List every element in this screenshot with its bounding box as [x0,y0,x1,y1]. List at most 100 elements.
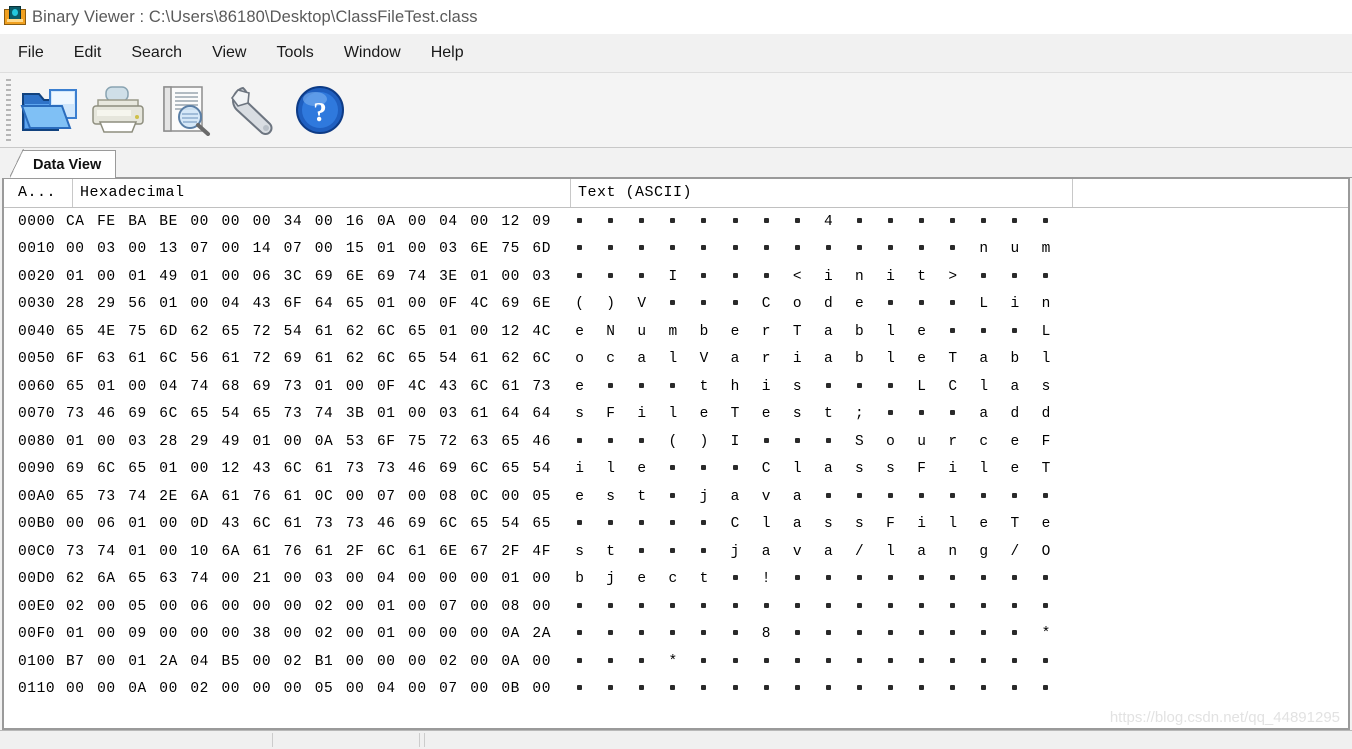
hex-row-address: 0000 [18,213,56,230]
hex-row[interactable]: 0040 65 4E 75 6D 62 65 72 54 61 62 6C 65 01 00 12 4C e Nu m… [4,318,1348,346]
hex-row[interactable]: 00D0 62 6A 65 63 74 00 21 00 03 00 04 00 00 00 01 00 b j e c… [4,566,1348,594]
hex-row-ascii: * [564,654,1062,670]
hex-row-ascii: ClassFileTe [564,516,1062,532]
tab-label: Data View [33,156,102,173]
hex-row-ascii: ileClassFileT [575,461,1051,478]
hex-row[interactable]: 0100 B7 00 01 2A 04 B5 00 02 B1 00 00 00 02 00 0A 00 * [4,648,1348,676]
column-divider-text[interactable] [1072,179,1073,207]
menu-item-tools[interactable]: Tools [276,41,329,65]
svg-text:?: ? [313,97,327,127]
column-divider-hex[interactable] [570,179,571,207]
hex-row[interactable]: 0060 65 01 00 04 74 68 69 73 01 00 0F 4C 43 6C 61 73 e t h i… [4,373,1348,401]
binary-viewer-icon [4,6,26,28]
menu-item-window[interactable]: Window [344,41,417,65]
hex-row[interactable]: 0010 00 03 00 13 07 00 14 07 00 15 01 00 03 6E 75 6D n u m [4,236,1348,264]
hex-row-ascii: s t j a v a / l a n g / O [575,543,1051,560]
hex-row-ascii: 8 * [564,626,1062,642]
hex-row-ascii: ethisLClas [575,378,1051,395]
hex-rows: 0000 CA FE BA BE 00 00 00 34 00 16 0A 00 04 00 12 09 4 001… [4,208,1348,703]
tab-strip: Data View [0,148,1352,179]
hex-row-address: 00D0 [18,571,56,588]
hex-row[interactable]: 0000 CA FE BA BE 00 00 00 34 00 16 0A 00 04 00 12 09 4 [4,208,1348,236]
hex-row[interactable]: 0030 28 29 56 01 00 04 43 6F 64 65 01 00 0F 4C 69 6E () V C… [4,291,1348,319]
hex-row-address: 0110 [18,681,56,698]
column-divider-address[interactable] [72,179,73,207]
toolbar: ? [0,73,1352,148]
menu-item-edit[interactable]: Edit [74,41,118,65]
hex-row-ascii: eNumberTableL [575,323,1051,340]
status-divider-2 [419,733,420,747]
hex-row-ascii [564,599,1062,615]
hex-row-address: 0030 [18,296,56,313]
hex-row-bytes: 00 00 0A 00 02 00 00 00 05 00 04 00 07 00 0B 00 [66,681,552,698]
hex-row[interactable]: 0050 6F 63 61 6C 56 61 72 69 61 62 6C 65 54 61 62 6C o c a l… [4,346,1348,374]
toolbar-drag-handle[interactable] [6,79,11,141]
hex-row-bytes: 62 6A 65 63 74 00 21 00 03 00 04 00 00 00 01 00 [66,571,552,588]
hex-row[interactable]: 0020 01 00 01 49 01 00 06 3C 69 6E 69 74 3E 01 00 03 I < i n… [4,263,1348,291]
tools-button[interactable] [221,79,289,141]
hex-row-bytes: 28 29 56 01 00 04 43 6F 64 65 01 00 0F 4C 69 6E [66,296,552,313]
hex-row-bytes: 02 00 05 00 06 00 00 00 02 00 01 00 07 00 08 00 [66,598,552,615]
hex-row-bytes: 65 4E 75 6D 62 65 72 54 61 62 6C 65 01 00 12 4C [66,323,552,340]
hex-row-address: 0080 [18,433,56,450]
hex-row-bytes: 69 6C 65 01 00 12 43 6C 61 73 73 46 69 6C 65 54 [66,461,552,478]
tab-data-view[interactable]: Data View [9,149,117,179]
status-divider-1 [272,733,273,747]
menu-item-file[interactable]: File [18,41,60,65]
menu-item-search[interactable]: Search [131,41,198,65]
menu-item-help[interactable]: Help [431,41,480,65]
hex-row-address: 00F0 [18,626,56,643]
hex-row-ascii: s Fi l e Te s t; a d d [575,406,1051,423]
hex-row-bytes: 00 03 00 13 07 00 14 07 00 15 01 00 03 6E 75 6D [66,241,552,258]
help-button[interactable]: ? [289,79,357,141]
hex-row-address: 0020 [18,268,56,285]
hex-row[interactable]: 0110 00 00 0A 00 02 00 00 00 05 00 04 00 07 00 0B 00 [4,676,1348,704]
hex-row-bytes: 00 06 01 00 0D 43 6C 61 73 73 46 69 6C 65 54 65 [66,516,552,533]
hex-row[interactable]: 0070 73 46 69 6C 65 54 65 73 74 3B 01 00 03 61 64 64 s Fi l… [4,401,1348,429]
column-header-address[interactable]: A... [18,184,56,201]
hex-row[interactable]: 00E0 02 00 05 00 06 00 00 00 02 00 01 00 07 00 08 00 [4,593,1348,621]
print-preview-icon [156,84,218,136]
open-file-button[interactable] [17,79,85,141]
binary-viewer-window: Binary Viewer : C:\Users\86180\Desktop\C… [0,0,1352,749]
column-header-text[interactable]: Text (ASCII) [578,184,692,201]
hex-row-ascii: I < i n i t > [564,269,1062,285]
menu-bar: File Edit Search View Tools Window Help [0,34,1352,73]
hex-row-ascii: () V Co d e Li n [575,296,1051,313]
hex-row-bytes: 01 00 03 28 29 49 01 00 0A 53 6F 75 72 63 65 46 [66,433,552,450]
column-header-row: A... Hexadecimal Text (ASCII) [4,179,1348,208]
hex-row[interactable]: 0080 01 00 03 28 29 49 01 00 0A 53 6F 75 72 63 65 46 () I S… [4,428,1348,456]
hex-row[interactable]: 00F0 01 00 09 00 00 00 38 00 02 00 01 00 00 00 0A 2A 8 * [4,621,1348,649]
print-button[interactable] [85,79,153,141]
print-icon [88,84,150,136]
hex-row-ascii: ocalVariableTabl [575,351,1051,368]
hex-row-bytes: 73 46 69 6C 65 54 65 73 74 3B 01 00 03 61 64 64 [66,406,552,423]
hex-row-address: 00E0 [18,598,56,615]
hex-row-bytes: 65 01 00 04 74 68 69 73 01 00 0F 4C 43 6C 61 73 [66,378,552,395]
open-file-icon [20,84,82,136]
hex-row-ascii: b j e c t! [564,571,1062,587]
hex-row-bytes: 65 73 74 2E 6A 61 76 61 0C 00 07 00 08 0C 00 05 [66,488,552,505]
hex-row-bytes: B7 00 01 2A 04 B5 00 02 B1 00 00 00 02 00 0A 00 [66,653,552,670]
title-bar: Binary Viewer : C:\Users\86180\Desktop\C… [0,0,1352,34]
status-bar [0,730,1352,749]
menu-item-view[interactable]: View [212,41,262,65]
hex-row[interactable]: 00A0 65 73 74 2E 6A 61 76 61 0C 00 07 00 08 0C 00 05 e s t j… [4,483,1348,511]
hex-row-address: 0070 [18,406,56,423]
window-title: Binary Viewer : C:\Users\86180\Desktop\C… [32,7,478,26]
column-header-hexadecimal[interactable]: Hexadecimal [80,184,185,201]
hex-row-ascii: estjava [564,489,1062,505]
hex-row[interactable]: 0090 69 6C 65 01 00 12 43 6C 61 73 73 46 69 6C 65 54 i l e C… [4,456,1348,484]
hex-row-address: 0060 [18,378,56,395]
print-preview-button[interactable] [153,79,221,141]
hex-row-bytes: CA FE BA BE 00 00 00 34 00 16 0A 00 04 00 12 09 [66,213,552,230]
status-divider-3 [424,733,425,747]
watermark: https://blog.csdn.net/qq_44891295 [1109,709,1340,726]
hex-row[interactable]: 00B0 00 06 01 00 0D 43 6C 61 73 73 46 69 6C 65 54 65 Cl a s… [4,511,1348,539]
data-view-panel: A... Hexadecimal Text (ASCII) 0000 CA FE BA… [2,178,1350,730]
hex-row[interactable]: 00C0 73 74 01 00 10 6A 61 76 61 2F 6C 61 6E 67 2F 4F s t j a… [4,538,1348,566]
hex-row-address: 00A0 [18,488,56,505]
hex-row-bytes: 01 00 09 00 00 00 38 00 02 00 01 00 00 00 0A 2A [66,626,552,643]
hex-row-address: 0100 [18,653,56,670]
hex-row-bytes: 01 00 01 49 01 00 06 3C 69 6E 69 74 3E 01 00 03 [66,268,552,285]
